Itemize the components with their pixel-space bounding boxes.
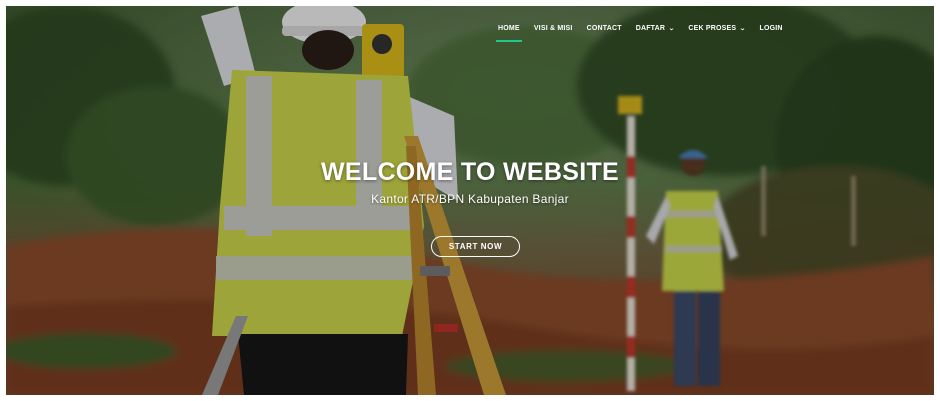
nav-login[interactable]: LOGIN: [760, 25, 783, 34]
nav-daftar-dropdown[interactable]: DAFTAR ⌄: [636, 25, 675, 34]
nav-contact-label: CONTACT: [586, 24, 622, 32]
hero-section: HOME VISI & MISI CONTACT DAFTAR ⌄ CEK PR…: [6, 6, 934, 395]
nav-contact[interactable]: CONTACT: [587, 25, 622, 34]
nav-visi-misi[interactable]: VISI & MISI: [534, 25, 573, 34]
hero-title: WELCOME TO WEBSITE: [321, 158, 619, 186]
nav-cek-proses-dropdown[interactable]: CEK PROSES ⌄: [688, 24, 747, 34]
nav-home-label: HOME: [498, 24, 520, 32]
nav-login-label: LOGIN: [759, 24, 783, 32]
chevron-down-icon: ⌄: [739, 25, 747, 32]
nav-home[interactable]: HOME: [496, 24, 522, 42]
nav-daftar-label: DAFTAR: [635, 24, 666, 32]
top-navbar: HOME VISI & MISI CONTACT DAFTAR ⌄ CEK PR…: [496, 22, 797, 42]
start-now-label: START NOW: [448, 242, 503, 251]
nav-cek-proses-label: CEK PROSES: [688, 24, 737, 32]
start-now-button[interactable]: START NOW: [431, 236, 520, 257]
nav-visi-misi-label: VISI & MISI: [533, 24, 573, 32]
hero-subtitle: Kantor ATR/BPN Kabupaten Banjar: [371, 192, 569, 206]
chevron-down-icon: ⌄: [668, 25, 676, 32]
